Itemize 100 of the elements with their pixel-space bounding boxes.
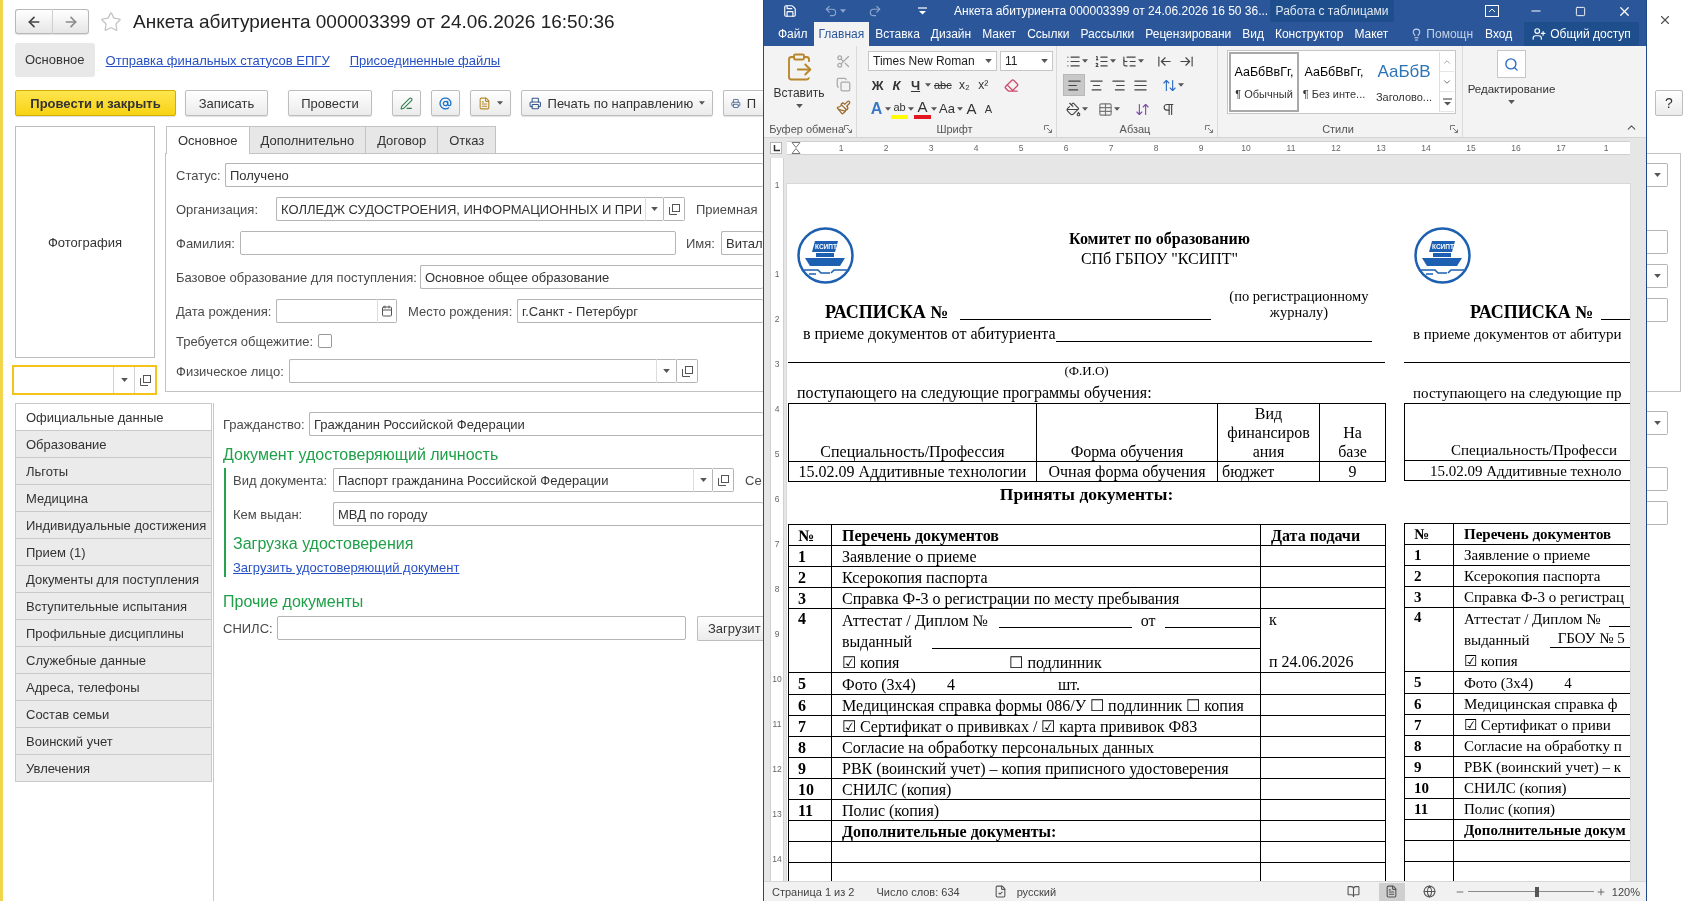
editing-button[interactable]: Редактирование	[1467, 50, 1556, 104]
undo-icon[interactable]	[824, 4, 838, 18]
proofing-icon[interactable]	[993, 885, 1007, 898]
education-field[interactable]: Основное общее образование	[420, 265, 763, 289]
form-tab[interactable]: Договор	[365, 126, 439, 153]
horizontal-ruler[interactable]: 1 2 3 4 5 6 7 8 9 10 11 12 13 14 15 16 17 1	[787, 141, 1630, 155]
format-button[interactable]: x₂	[954, 75, 974, 95]
dropdown-button[interactable]	[1647, 411, 1668, 435]
format-button[interactable]: Ж	[868, 75, 887, 95]
side-menu-item[interactable]: Профильные дисциплины	[15, 619, 212, 647]
ribbon-tab[interactable]: Ссылки	[1022, 22, 1075, 46]
close-icon[interactable]	[1658, 13, 1672, 27]
format-button[interactable]: Ч	[906, 75, 925, 95]
side-menu-item[interactable]: Официальные данные	[15, 403, 212, 431]
tab-stop-icon[interactable]	[770, 142, 782, 154]
snils-field[interactable]	[277, 616, 686, 640]
redo-icon[interactable]	[868, 4, 882, 18]
form-tab[interactable]: Основное	[166, 126, 250, 154]
font-effect-button[interactable]: A	[868, 98, 885, 120]
ribbon-tab[interactable]: Вид	[1237, 22, 1269, 46]
format-button[interactable]: x²	[973, 75, 993, 95]
birth-place-field[interactable]: г.Санкт - Петербург	[517, 299, 763, 323]
style-item[interactable]: АаБбВвГг, ¶ Обычный	[1229, 52, 1299, 112]
ribbon-tab[interactable]: Конструктор	[1269, 22, 1349, 46]
dialog-launcher-icon[interactable]	[1205, 124, 1213, 133]
language-label[interactable]: русский	[1016, 885, 1057, 898]
status-field[interactable]: Получено	[225, 163, 763, 187]
font-size-field[interactable]: 11	[1000, 51, 1053, 71]
input-field[interactable]	[1647, 298, 1668, 322]
input-field[interactable]	[1647, 501, 1668, 525]
side-menu-item[interactable]: Документы для поступления	[15, 565, 212, 593]
tell-me-button[interactable]: Помощн	[1406, 22, 1478, 46]
paste-button[interactable]: Вставить	[770, 50, 828, 120]
section-link[interactable]: Присоединенные файлы	[349, 52, 501, 68]
side-menu-item[interactable]: Медицина	[15, 484, 212, 512]
ribbon-tab[interactable]: Главная	[813, 22, 870, 46]
dialog-launcher-icon[interactable]	[1044, 124, 1052, 133]
form-tab[interactable]: Отказ	[437, 126, 497, 153]
side-menu-item[interactable]: Увлечения	[15, 754, 212, 782]
document-type-field[interactable]: Паспорт гражданина Российской Федерации	[333, 468, 693, 492]
zoom-in-icon[interactable]	[1595, 886, 1606, 897]
side-menu-item[interactable]: Прием (1)	[15, 538, 212, 566]
side-menu-item[interactable]: Служебные данные	[15, 646, 212, 674]
ribbon-tab[interactable]: Вставка	[870, 22, 925, 46]
upload-button[interactable]: Загрузит	[697, 615, 763, 641]
word-count[interactable]: Число слов: 634	[876, 885, 960, 898]
side-menu-item[interactable]: Адреса, телефоны	[15, 673, 212, 701]
forward-button[interactable]	[52, 9, 89, 34]
format-button[interactable]: abc	[931, 75, 955, 95]
side-menu-item[interactable]: Индивидуальные достижения	[15, 511, 212, 539]
open-button[interactable]	[677, 359, 698, 383]
form-tab[interactable]: Дополнительно	[248, 126, 367, 153]
side-menu-item[interactable]: Состав семьи	[15, 700, 212, 728]
checkbox[interactable]	[318, 334, 332, 348]
open-button[interactable]	[713, 468, 734, 492]
font-name-field[interactable]: Times New Roman	[868, 51, 997, 71]
page-count[interactable]: Страница 1 из 2	[772, 885, 855, 898]
ribbon-tab[interactable]: Дизайн	[925, 22, 977, 46]
dropdown-button[interactable]	[645, 197, 664, 221]
indent-marker-icon[interactable]	[791, 142, 801, 154]
font-effect-button[interactable]: Aa	[937, 98, 957, 120]
side-menu-item[interactable]: Вступительные испытания	[15, 592, 212, 620]
input-field[interactable]	[1647, 467, 1668, 491]
edit-button[interactable]	[392, 90, 421, 116]
citizenship-field[interactable]: Гражданин Российской Федерации	[309, 412, 763, 436]
section-tab[interactable]: Основное	[15, 43, 95, 77]
help-button[interactable]: ?	[1655, 90, 1683, 116]
side-menu-item[interactable]: Воинский учет	[15, 727, 212, 755]
dropdown-button[interactable]	[1647, 163, 1668, 187]
toolbar-button[interactable]: Провести	[288, 90, 372, 116]
person-field[interactable]	[289, 359, 656, 383]
sign-in-link[interactable]: Вход	[1485, 22, 1513, 46]
vertical-ruler[interactable]: 1 1 2 3 4 5 6 7 8 9 10 11 12 13 14	[770, 158, 784, 881]
ribbon-tab[interactable]: Макет	[977, 22, 1022, 46]
photo-field[interactable]: Фотография	[15, 126, 155, 358]
caret-icon[interactable]	[918, 7, 927, 15]
upload-link[interactable]: Загрузить удостоверяющий документ	[233, 559, 460, 577]
issued-by-field[interactable]: МВД по городу	[333, 502, 763, 526]
toolbar-button[interactable]: Записать	[185, 90, 268, 116]
side-menu-item[interactable]: Льготы	[15, 457, 212, 485]
first-name-field[interactable]: Витал	[721, 231, 763, 255]
ribbon-tab[interactable]: Рецензировани	[1140, 22, 1237, 46]
print-button[interactable]: П	[723, 90, 763, 116]
dropdown-button[interactable]	[656, 359, 677, 383]
open-button[interactable]	[664, 197, 685, 221]
dialog-launcher-icon[interactable]	[1450, 124, 1458, 133]
font-effect-button[interactable]: A	[962, 98, 980, 120]
combo-field[interactable]	[12, 365, 157, 395]
organization-field[interactable]: КОЛЛЕДЖ СУДОСТРОЕНИЯ, ИНФОРМАЦИОННЫХ И ПРИ	[276, 197, 645, 221]
zoom-level[interactable]: 120%	[1611, 885, 1640, 898]
birth-date-field[interactable]	[276, 299, 377, 323]
ribbon-tab[interactable]: Макет	[1349, 22, 1394, 46]
dropdown-button[interactable]	[693, 468, 713, 492]
calendar-button[interactable]	[377, 299, 397, 323]
surname-field[interactable]	[240, 231, 676, 255]
view-button[interactable]	[1378, 882, 1405, 901]
input-field[interactable]	[1647, 230, 1668, 254]
side-menu-item[interactable]: Образование	[15, 430, 212, 458]
share-button[interactable]: Общий доступ	[1524, 22, 1639, 46]
dropdown-button[interactable]	[1647, 264, 1668, 288]
